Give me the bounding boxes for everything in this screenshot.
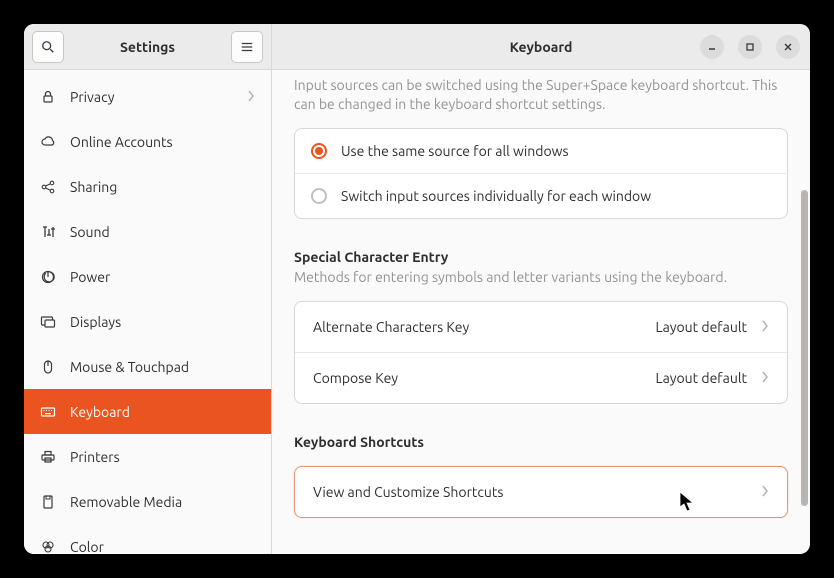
row-value: Layout default — [655, 370, 747, 386]
input-source-description: Input sources can be switched using the … — [294, 76, 788, 114]
cloud-icon — [40, 134, 56, 150]
search-button[interactable] — [32, 31, 64, 63]
scrollbar[interactable] — [801, 190, 808, 506]
sidebar-title: Settings — [64, 39, 231, 55]
sidebar-item-color[interactable]: Color — [24, 524, 271, 554]
share-icon — [40, 179, 56, 195]
sidebar-header: Settings — [24, 24, 271, 70]
page-title: Keyboard — [510, 39, 573, 55]
chevron-right-icon — [761, 318, 769, 336]
displays-icon — [40, 314, 56, 330]
special-character-list: Alternate Characters Key Layout default … — [294, 301, 788, 404]
close-icon — [783, 42, 793, 52]
sidebar-item-label: Color — [70, 539, 255, 555]
settings-window: Settings Privacy Online Accounts Sharing — [24, 24, 810, 554]
menu-button[interactable] — [231, 31, 263, 63]
sidebar-item-label: Power — [70, 269, 255, 285]
power-icon — [40, 269, 56, 285]
row-label: Compose Key — [313, 370, 655, 386]
sidebar-item-sharing[interactable]: Sharing — [24, 164, 271, 209]
sidebar-item-mouse-touchpad[interactable]: Mouse & Touchpad — [24, 344, 271, 389]
radio-icon — [311, 188, 327, 204]
row-value: Layout default — [655, 319, 747, 335]
window-controls — [700, 35, 800, 59]
keyboard-shortcuts-heading: Keyboard Shortcuts — [294, 434, 788, 450]
sidebar-item-online-accounts[interactable]: Online Accounts — [24, 119, 271, 164]
search-icon — [41, 40, 55, 54]
sidebar-item-label: Privacy — [70, 89, 247, 105]
special-character-description: Methods for entering symbols and letter … — [294, 269, 788, 285]
sidebar-item-label: Sound — [70, 224, 255, 240]
printer-icon — [40, 449, 56, 465]
input-source-radio-group: Use the same source for all windows Swit… — [294, 128, 788, 219]
sidebar-item-label: Printers — [70, 449, 255, 465]
sidebar-item-label: Keyboard — [70, 404, 255, 420]
sidebar-item-removable-media[interactable]: Removable Media — [24, 479, 271, 524]
maximize-icon — [745, 42, 755, 52]
radio-same-source[interactable]: Use the same source for all windows — [295, 129, 787, 173]
sidebar-item-displays[interactable]: Displays — [24, 299, 271, 344]
sidebar-item-sound[interactable]: Sound — [24, 209, 271, 254]
chevron-right-icon — [247, 89, 255, 105]
keyboard-icon — [40, 404, 56, 420]
sidebar-item-label: Sharing — [70, 179, 255, 195]
main-header: Keyboard — [272, 24, 810, 70]
chevron-right-icon — [761, 483, 769, 501]
radio-per-window[interactable]: Switch input sources individually for ea… — [295, 173, 787, 218]
sidebar-item-printers[interactable]: Printers — [24, 434, 271, 479]
color-icon — [40, 539, 56, 555]
sidebar-item-keyboard[interactable]: Keyboard — [24, 389, 271, 434]
minimize-button[interactable] — [700, 35, 724, 59]
maximize-button[interactable] — [738, 35, 762, 59]
alternate-characters-row[interactable]: Alternate Characters Key Layout default — [295, 302, 787, 352]
content: Keyboard Input sources can be switched u… — [272, 24, 810, 554]
radio-label: Switch input sources individually for ea… — [341, 188, 651, 204]
radio-label: Use the same source for all windows — [341, 143, 569, 159]
sidebar-item-label: Displays — [70, 314, 255, 330]
close-button[interactable] — [776, 35, 800, 59]
media-icon — [40, 494, 56, 510]
hamburger-icon — [240, 40, 254, 54]
sidebar: Settings Privacy Online Accounts Sharing — [24, 24, 272, 554]
special-character-heading: Special Character Entry — [294, 249, 788, 265]
minimize-icon — [707, 42, 717, 52]
scrollbar-thumb[interactable] — [801, 190, 808, 506]
lock-icon — [40, 89, 56, 105]
row-label: Alternate Characters Key — [313, 319, 655, 335]
compose-key-row[interactable]: Compose Key Layout default — [295, 352, 787, 403]
sidebar-item-privacy[interactable]: Privacy — [24, 74, 271, 119]
sidebar-item-label: Online Accounts — [70, 134, 255, 150]
mouse-icon — [40, 359, 56, 375]
chevron-right-icon — [761, 369, 769, 387]
radio-icon — [311, 143, 327, 159]
view-customize-shortcuts-row[interactable]: View and Customize Shortcuts — [294, 466, 788, 518]
sidebar-item-label: Removable Media — [70, 494, 255, 510]
sidebar-item-power[interactable]: Power — [24, 254, 271, 299]
row-label: View and Customize Shortcuts — [313, 484, 761, 500]
main-scroll: Input sources can be switched using the … — [272, 70, 810, 554]
sidebar-item-label: Mouse & Touchpad — [70, 359, 255, 375]
sidebar-list: Privacy Online Accounts Sharing Sound Po… — [24, 70, 271, 554]
sound-icon — [40, 224, 56, 240]
